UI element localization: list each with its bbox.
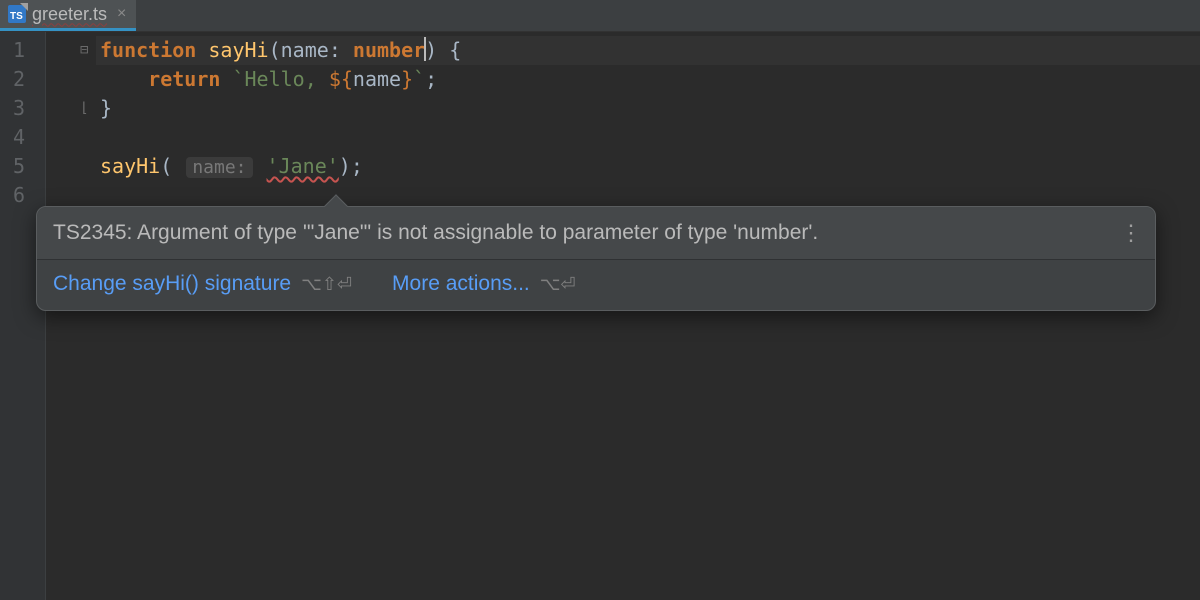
line-number-gutter: 1 2 3 4 5 6 [0,32,46,600]
action-label: More actions... [392,272,530,296]
typescript-file-icon: TS [8,5,26,23]
fold-end-icon[interactable]: ⌊ [80,101,94,115]
paren-open: ( [269,38,281,62]
backtick: ` [232,67,244,91]
shortcut-hint: ⌥⇧⏎ [301,274,352,295]
inlay-hint-name: name: [186,157,252,178]
code-line[interactable]: } [96,94,1200,123]
semicolon: ; [425,67,437,91]
editor-area[interactable]: 1 2 3 4 5 6 ⊟ ⌊ function sayHi(name: num… [0,32,1200,600]
function-call: sayHi [100,154,160,178]
paren-close-semi: ); [339,154,363,178]
quickfix-actions: Change sayHi() signature ⌥⇧⏎ More action… [37,260,1155,310]
code-line[interactable]: function sayHi(name: number) { [96,36,1200,65]
template-open: ${ [329,67,353,91]
fold-column: ⊟ ⌊ [46,32,96,600]
template-close: } [401,67,413,91]
brace-close: } [100,96,112,120]
colon: : [329,38,353,62]
code-line[interactable]: sayHi( name: 'Jane'); [96,152,1200,181]
tab-bar: TS greeter.ts × [0,0,1200,32]
action-more-actions[interactable]: More actions... ⌥⏎ [392,272,576,296]
action-change-signature[interactable]: Change sayHi() signature ⌥⇧⏎ [53,272,352,296]
code-content[interactable]: function sayHi(name: number) { return `H… [96,32,1200,600]
line-number: 6 [0,181,45,210]
line-number: 2 [0,65,45,94]
error-message-text: TS2345: Argument of type '"Jane"' is not… [53,221,818,244]
paren-open: ( [160,154,172,178]
backtick: ` [413,67,425,91]
string-text: Hello, [245,67,329,91]
type-number: number [353,38,425,62]
action-label: Change sayHi() signature [53,272,291,296]
error-message: TS2345: Argument of type '"Jane"' is not… [37,207,1155,260]
line-number: 1 [0,36,45,65]
template-var: name [353,67,401,91]
fold-collapse-icon[interactable]: ⊟ [80,43,94,57]
param-name: name [281,38,329,62]
code-line[interactable] [96,123,1200,152]
tab-filename: greeter.ts [32,4,107,25]
error-tooltip: TS2345: Argument of type '"Jane"' is not… [36,206,1156,311]
paren-close-brace: ) { [425,38,461,62]
line-number: 3 [0,94,45,123]
function-name: sayHi [208,38,268,62]
file-tab-greeter[interactable]: TS greeter.ts × [0,0,136,31]
close-tab-icon[interactable]: × [117,5,126,23]
kebab-menu-icon[interactable]: ⋮ [1120,220,1141,246]
keyword-return: return [148,67,220,91]
code-line[interactable]: return `Hello, ${name}`; [96,65,1200,94]
keyword-function: function [100,38,196,62]
line-number: 4 [0,123,45,152]
shortcut-hint: ⌥⏎ [540,274,576,295]
string-argument-error: 'Jane' [267,154,339,178]
line-number: 5 [0,152,45,181]
